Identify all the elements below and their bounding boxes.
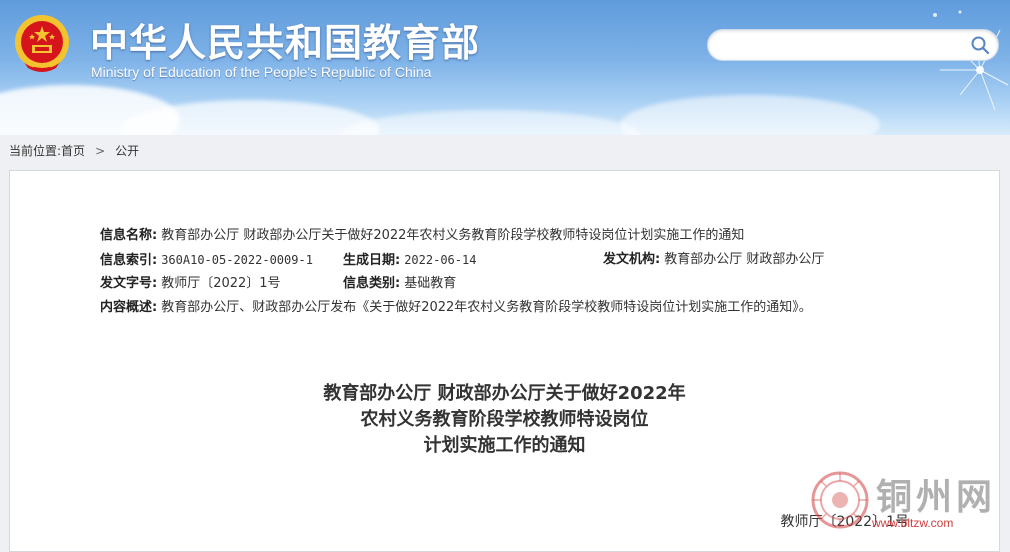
info-date-label: 生成日期: — [343, 253, 401, 268]
breadcrumb-home-link[interactable]: 首页 — [61, 144, 85, 158]
info-docno-label: 发文字号: — [100, 276, 158, 291]
site-header: 中华人民共和国教育部 Ministry of Education of the … — [0, 0, 1010, 135]
info-summary-label: 内容概述: — [100, 300, 158, 315]
document-title: 教育部办公厅 财政部办公厅关于做好2022年 农村义务教育阶段学校教师特设岗位 … — [10, 381, 999, 459]
info-row-docno: 发文字号: 教师厅〔2022〕1号 信息类别: 基础教育 — [100, 274, 812, 298]
site-title-cn: 中华人民共和国教育部 — [90, 21, 481, 65]
breadcrumb-separator: > — [95, 144, 106, 158]
breadcrumb-prefix: 当前位置: — [9, 144, 62, 158]
watermark: 铜州网 www.bltzw.com — [808, 468, 1008, 540]
info-issuer-value: 教育部办公厅 财政部办公厅 — [664, 252, 825, 267]
watermark-url: www.bltzw.com — [872, 516, 954, 530]
search-box — [707, 29, 999, 61]
info-name-label: 信息名称: — [100, 228, 158, 243]
info-row-name: 信息名称: 教育部办公厅 财政部办公厅关于做好2022年农村义务教育阶段学校教师特… — [100, 226, 812, 250]
info-summary-value: 教育部办公厅、财政部办公厅发布《关于做好2022年农村义务教育阶段学校教师特设岗… — [161, 300, 812, 315]
breadcrumb-public-link[interactable]: 公开 — [115, 144, 139, 158]
document-title-line1: 教育部办公厅 财政部办公厅关于做好2022年 — [323, 383, 686, 404]
info-name-value: 教育部办公厅 财政部办公厅关于做好2022年农村义务教育阶段学校教师特设岗位计划… — [161, 228, 745, 243]
watermark-seal-icon — [811, 471, 869, 529]
search-icon[interactable] — [970, 35, 990, 55]
national-emblem-icon — [15, 15, 69, 72]
info-category-value: 基础教育 — [404, 276, 457, 291]
info-row-summary: 内容概述: 教育部办公厅、财政部办公厅发布《关于做好2022年农村义务教育阶段学校… — [100, 298, 812, 322]
breadcrumb: 当前位置:首页 > 公开 — [9, 142, 139, 159]
info-row-index: 信息索引: 360A10-05-2022-0009-1 生成日期: 2022-06-… — [100, 250, 824, 274]
watermark-text: 铜州网 — [876, 476, 997, 518]
info-category-label: 信息类别: — [343, 276, 401, 291]
info-index-label: 信息索引: — [100, 253, 158, 268]
document-title-line2: 农村义务教育阶段学校教师特设岗位 — [360, 409, 649, 430]
info-docno-value: 教师厅〔2022〕1号 — [161, 276, 281, 291]
dandelion-decoration-icon — [933, 10, 1009, 111]
info-date-value: 2022-06-14 — [404, 253, 477, 267]
info-index-value: 360A10-05-2022-0009-1 — [161, 253, 313, 267]
info-issuer-label: 发文机构: — [603, 252, 661, 267]
info-table: 信息名称: 教育部办公厅 财政部办公厅关于做好2022年农村义务教育阶段学校教师特… — [100, 226, 824, 322]
site-title-en: Ministry of Education of the People's Re… — [91, 64, 432, 80]
search-input[interactable] — [722, 35, 966, 57]
document-title-line3: 计划实施工作的通知 — [423, 435, 586, 456]
